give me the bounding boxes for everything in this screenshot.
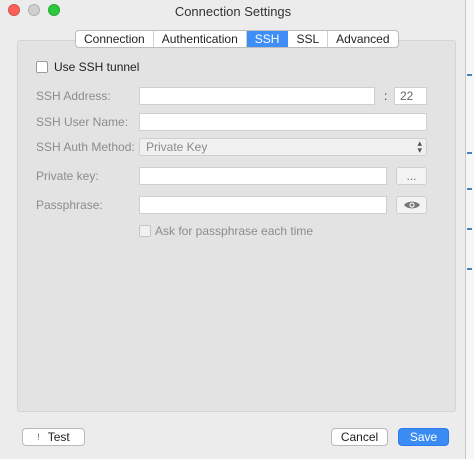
background-mark bbox=[467, 152, 472, 154]
passphrase-row: Passphrase: bbox=[36, 196, 103, 214]
show-passphrase-button[interactable] bbox=[396, 196, 427, 214]
background-mark bbox=[467, 228, 472, 230]
background-mark bbox=[467, 74, 472, 76]
ssh-address-label: SSH Address: bbox=[36, 89, 111, 103]
ssh-user-row: SSH User Name: bbox=[36, 113, 128, 131]
select-arrows-icon: ▴ ▾ bbox=[417, 138, 422, 155]
tab-ssh[interactable]: SSH bbox=[246, 31, 289, 47]
use-ssh-tunnel-row[interactable]: Use SSH tunnel bbox=[36, 58, 139, 76]
save-button[interactable]: Save bbox=[398, 428, 449, 446]
tab-ssl[interactable]: SSL bbox=[288, 31, 329, 47]
eye-icon bbox=[403, 201, 420, 209]
close-window-button[interactable] bbox=[8, 4, 20, 16]
save-button-label: Save bbox=[409, 430, 438, 444]
background-mark bbox=[467, 188, 472, 190]
tab-authentication[interactable]: Authentication bbox=[154, 31, 247, 47]
window-controls bbox=[8, 4, 60, 16]
private-key-label: Private key: bbox=[36, 169, 99, 183]
ssh-address-input[interactable] bbox=[139, 87, 375, 105]
window-title: Connection Settings bbox=[174, 3, 292, 19]
background-window-edge bbox=[466, 0, 474, 459]
ask-passphrase-checkbox[interactable] bbox=[139, 225, 151, 237]
ssh-auth-method-value: Private Key bbox=[146, 140, 208, 154]
ssh-auth-method-row: SSH Auth Method: bbox=[36, 138, 135, 156]
zoom-window-button[interactable] bbox=[48, 4, 60, 16]
private-key-input[interactable] bbox=[139, 167, 387, 185]
warning-icon: ! bbox=[37, 432, 40, 442]
ssh-user-input[interactable] bbox=[139, 113, 427, 131]
test-button-label: Test bbox=[47, 430, 70, 444]
browse-private-key-button[interactable]: ... bbox=[396, 167, 427, 185]
passphrase-label: Passphrase: bbox=[36, 198, 103, 212]
connection-settings-window: Connection Settings Connection Authentic… bbox=[0, 0, 466, 459]
cancel-button-label: Cancel bbox=[340, 430, 379, 444]
minimize-window-button[interactable] bbox=[28, 4, 40, 16]
cancel-button[interactable]: Cancel bbox=[331, 428, 388, 446]
test-button[interactable]: ! Test bbox=[22, 428, 85, 446]
private-key-row: Private key: bbox=[36, 167, 99, 185]
tab-advanced[interactable]: Advanced bbox=[328, 31, 397, 47]
passphrase-input[interactable] bbox=[139, 196, 387, 214]
browse-button-label: ... bbox=[406, 169, 417, 183]
use-ssh-tunnel-checkbox[interactable] bbox=[36, 61, 48, 73]
tab-connection[interactable]: Connection bbox=[76, 31, 154, 47]
ssh-auth-method-label: SSH Auth Method: bbox=[36, 140, 135, 154]
ssh-address-row: SSH Address: bbox=[36, 87, 111, 105]
port-separator: : bbox=[384, 89, 388, 103]
title-bar: Connection Settings bbox=[0, 0, 466, 22]
ssh-user-label: SSH User Name: bbox=[36, 115, 129, 129]
ask-passphrase-label: Ask for passphrase each time bbox=[155, 224, 314, 238]
ssh-port-input[interactable]: 22 bbox=[394, 87, 427, 105]
use-ssh-tunnel-label: Use SSH tunnel bbox=[54, 60, 140, 74]
ssh-auth-method-select[interactable]: Private Key ▴ ▾ bbox=[139, 138, 427, 156]
tab-bar: Connection Authentication SSH SSL Advanc… bbox=[75, 30, 399, 48]
ask-passphrase-row[interactable]: Ask for passphrase each time bbox=[139, 222, 313, 240]
background-mark bbox=[467, 268, 472, 270]
